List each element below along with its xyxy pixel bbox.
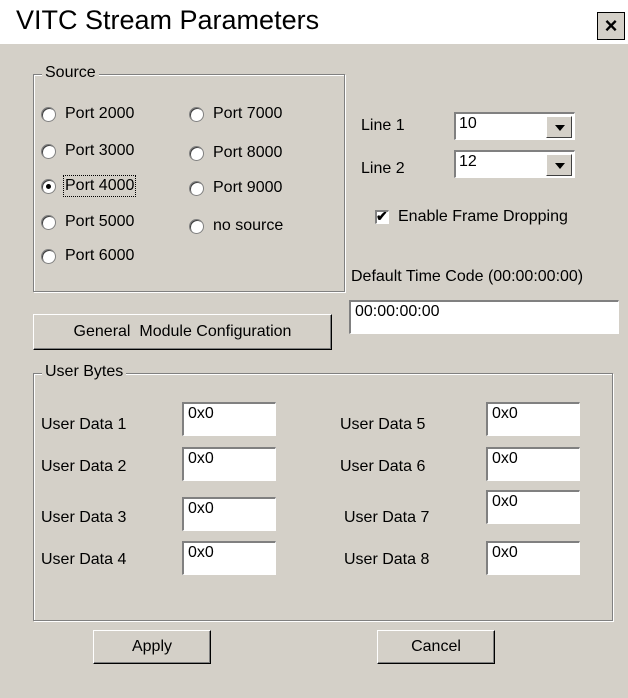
radio-label: Port 8000	[213, 144, 283, 161]
checkmark-icon: ✔	[376, 208, 388, 224]
close-button[interactable]: ×	[597, 12, 625, 40]
source-legend: Source	[42, 64, 99, 82]
user-data-2-label: User Data 2	[41, 458, 127, 475]
line2-select[interactable]: 12	[454, 150, 575, 178]
chevron-down-icon[interactable]	[546, 116, 572, 138]
title-bar: VITC Stream Parameters ×	[0, 0, 628, 44]
radio-port-8000[interactable]: Port 8000	[189, 142, 282, 164]
radio-port-5000[interactable]: Port 5000	[41, 211, 134, 233]
radio-indicator	[41, 178, 56, 194]
user-data-8-input[interactable]: 0x0	[486, 541, 580, 575]
radio-label: Port 4000	[62, 175, 137, 197]
timecode-label: Default Time Code (00:00:00:00)	[351, 268, 584, 285]
user-data-4-input[interactable]: 0x0	[182, 541, 276, 575]
radio-label: Port 3000	[65, 142, 135, 159]
user-bytes-legend: User Bytes	[42, 363, 127, 381]
radio-label: no source	[213, 217, 284, 234]
source-group: Source Port 2000 Port 3000 Port 4000 Por…	[33, 64, 345, 292]
line1-select[interactable]: 10	[454, 112, 575, 140]
radio-port-9000[interactable]: Port 9000	[189, 177, 282, 199]
checkbox-indicator: ✔	[375, 208, 389, 224]
user-data-3-input[interactable]: 0x0	[182, 497, 276, 531]
radio-indicator	[189, 106, 204, 122]
radio-indicator	[189, 180, 204, 196]
user-data-5-label: User Data 5	[340, 416, 426, 433]
radio-label: Port 7000	[213, 105, 283, 122]
general-module-configuration-button[interactable]: General Module Configuration	[33, 314, 332, 350]
user-data-1-input[interactable]: 0x0	[182, 402, 276, 436]
radio-no-source[interactable]: no source	[189, 215, 283, 237]
user-data-8-label: User Data 8	[344, 551, 430, 568]
radio-indicator	[41, 143, 56, 159]
radio-label: Port 2000	[65, 105, 135, 122]
user-data-1-label: User Data 1	[41, 416, 127, 433]
line1-label: Line 1	[361, 117, 405, 134]
radio-indicator	[189, 145, 204, 161]
user-bytes-group: User Bytes User Data 1 0x0 User Data 2 0…	[33, 363, 613, 621]
radio-port-7000[interactable]: Port 7000	[189, 103, 282, 125]
user-data-6-label: User Data 6	[340, 458, 426, 475]
radio-port-6000[interactable]: Port 6000	[41, 245, 134, 267]
cancel-button[interactable]: Cancel	[377, 630, 495, 664]
radio-indicator	[41, 248, 56, 264]
window-title: VITC Stream Parameters	[16, 5, 320, 35]
line1-value: 10	[459, 115, 477, 132]
timecode-input[interactable]: 00:00:00:00	[349, 300, 619, 334]
radio-label: Port 5000	[65, 213, 135, 230]
user-data-3-label: User Data 3	[41, 509, 127, 526]
user-data-7-input[interactable]: 0x0	[486, 490, 580, 524]
radio-indicator	[41, 106, 56, 122]
dialog-body: Source Port 2000 Port 3000 Port 4000 Por…	[8, 44, 628, 698]
frame-dropping-label: Enable Frame Dropping	[398, 208, 568, 225]
user-data-5-input[interactable]: 0x0	[486, 402, 580, 436]
radio-label: Port 9000	[213, 179, 283, 196]
line2-value: 12	[459, 153, 477, 170]
radio-port-2000[interactable]: Port 2000	[41, 103, 134, 125]
user-data-6-input[interactable]: 0x0	[486, 447, 580, 481]
user-data-2-input[interactable]: 0x0	[182, 447, 276, 481]
user-data-4-label: User Data 4	[41, 551, 127, 568]
radio-indicator	[41, 214, 56, 230]
radio-port-4000[interactable]: Port 4000	[41, 175, 137, 197]
apply-button[interactable]: Apply	[93, 630, 211, 664]
user-data-7-label: User Data 7	[344, 509, 430, 526]
radio-label: Port 6000	[65, 247, 135, 264]
radio-indicator	[189, 218, 204, 234]
radio-port-3000[interactable]: Port 3000	[41, 140, 134, 162]
line2-label: Line 2	[361, 160, 405, 177]
chevron-down-icon[interactable]	[546, 154, 572, 176]
frame-dropping-checkbox[interactable]: ✔ Enable Frame Dropping	[375, 208, 568, 226]
